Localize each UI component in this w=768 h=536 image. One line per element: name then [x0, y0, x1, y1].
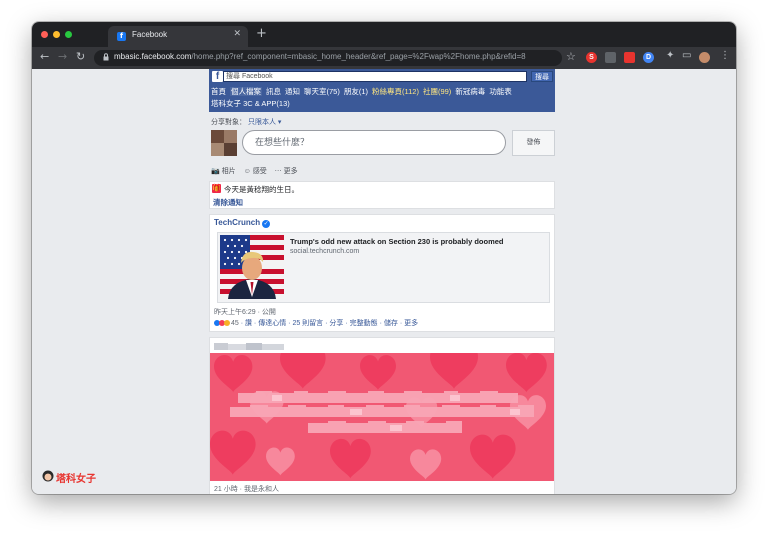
tab-title: Facebook: [132, 30, 168, 39]
feeling-option[interactable]: ☺ 感受: [244, 168, 267, 175]
post-image-hearts: [210, 353, 554, 481]
new-tab-button[interactable]: +: [256, 26, 267, 41]
fb-menu-item[interactable]: 功能表: [489, 87, 512, 96]
react-action[interactable]: 傳達心情: [258, 320, 286, 327]
page-viewport: f 搜尋 Facebook 搜尋 首頁 個人檔案 訊息 通知 聊天室(75) 朋友(1) 粉…: [32, 69, 736, 494]
search-input[interactable]: 搜尋 Facebook: [223, 71, 527, 82]
more-option[interactable]: ⋯ 更多: [275, 168, 298, 175]
url-text: mbasic.facebook.com/home.php?ref_compone…: [114, 52, 526, 61]
haha-reaction-icon: [224, 320, 230, 326]
post-timestamp[interactable]: 昨天上午6:29 · 公開: [214, 307, 276, 317]
fb-menu-item[interactable]: 社團(99): [423, 87, 451, 96]
blurred-author-name: [214, 343, 284, 350]
fb-menu-item[interactable]: 訊息: [266, 87, 281, 96]
cast-icon[interactable]: ▭: [682, 50, 691, 61]
link-preview[interactable]: Trump's odd new attack on Section 230 is…: [217, 232, 550, 303]
facebook-logo-icon[interactable]: f: [212, 71, 223, 82]
audience-selector[interactable]: 只限本人 ▾: [248, 119, 281, 126]
photo-option[interactable]: 📷 相片: [211, 168, 236, 175]
birthday-text: 今天是黃稔翔的生日。: [224, 185, 299, 194]
extension-icon[interactable]: S: [586, 52, 597, 63]
feed-post-2: 21 小時 · 我是永和人: [209, 337, 555, 494]
extension-icon[interactable]: [605, 52, 616, 63]
post-author-name: TechCrunch: [214, 218, 261, 227]
bookmark-star-icon[interactable]: ☆: [566, 50, 576, 63]
save-action[interactable]: 儲存: [384, 320, 398, 327]
tab-bar: f Facebook ✕ +: [32, 22, 736, 47]
share-label: 分享對象：: [211, 119, 246, 126]
extension-icon[interactable]: D: [643, 52, 654, 63]
minimize-window-button[interactable]: [53, 31, 60, 38]
comments-action[interactable]: 25 則留言: [292, 320, 323, 327]
attach-options: 📷 相片 ☺ 感受 ⋯ 更多: [211, 166, 304, 176]
like-action[interactable]: 讚: [245, 320, 252, 327]
watermark: 塔科女子: [42, 470, 96, 485]
reaction-count[interactable]: 45: [231, 320, 239, 327]
fb-menu-item[interactable]: 塔科女子 3C & APP(13): [211, 99, 290, 108]
avatar[interactable]: [211, 130, 237, 156]
watermark-text: 塔科女子: [56, 474, 96, 485]
link-thumbnail-image: [220, 235, 284, 299]
gift-icon: 🎁: [212, 184, 221, 193]
reload-icon[interactable]: ↻: [76, 50, 85, 63]
search-button[interactable]: 搜尋: [531, 71, 553, 82]
status-input[interactable]: 在想些什麼？: [242, 130, 506, 155]
address-bar[interactable]: mbasic.facebook.com/home.php?ref_compone…: [94, 50, 562, 66]
fb-menu-item[interactable]: 新冠病毒: [455, 87, 485, 96]
chrome-menu-icon[interactable]: ⋮: [720, 50, 730, 61]
url-path: /home.php?ref_component=mbasic_home_head…: [191, 52, 526, 61]
post-actions: 45 · 讚 · 傳達心情 · 25 則留言 · 分享 · 完整動態 · 儲存 …: [214, 318, 418, 328]
back-icon[interactable]: ←: [40, 50, 49, 63]
fb-header: f 搜尋 Facebook 搜尋 首頁 個人檔案 訊息 通知 聊天室(75) 朋友(1) 粉…: [209, 69, 555, 112]
status-composer: 在想些什麼？ 發佈: [209, 129, 555, 159]
browser-window: f Facebook ✕ + ← → ↻ mbasic.facebook.com…: [32, 22, 736, 494]
link-domain: social.techcrunch.com: [290, 248, 360, 255]
fb-menu-item[interactable]: 首頁: [211, 87, 226, 96]
extension-icon[interactable]: [624, 52, 635, 63]
link-title: Trump's odd new attack on Section 230 is…: [290, 237, 504, 246]
birthday-notice: 🎁 今天是黃稔翔的生日。 清除通知: [209, 181, 555, 209]
forward-icon[interactable]: →: [58, 50, 67, 63]
watermark-girl-icon: [42, 470, 54, 482]
more-action[interactable]: 更多: [404, 320, 418, 327]
extensions-puzzle-icon[interactable]: ✦: [666, 50, 674, 61]
full-story-action[interactable]: 完整動態: [350, 320, 378, 327]
share-audience-row: 分享對象： 只限本人 ▾: [211, 117, 281, 127]
verified-badge-icon: ✓: [262, 220, 271, 228]
profile-avatar-icon[interactable]: [699, 52, 710, 63]
share-action[interactable]: 分享: [329, 320, 343, 327]
feed-post: TechCrunch ✓ Trump's odd new attack on S…: [209, 214, 555, 332]
facebook-mbasic-page: f 搜尋 Facebook 搜尋 首頁 個人檔案 訊息 通知 聊天室(75) 朋友(1) 粉…: [209, 69, 555, 494]
fb-menu-item[interactable]: 個人檔案: [230, 87, 262, 96]
maximize-window-button[interactable]: [65, 31, 72, 38]
tab-close-icon[interactable]: ✕: [233, 29, 241, 39]
fb-menu-item[interactable]: 聊天室(75): [304, 87, 340, 96]
close-window-button[interactable]: [41, 31, 48, 38]
fb-menu-item[interactable]: 通知: [285, 87, 300, 96]
post-author[interactable]: TechCrunch ✓: [214, 218, 271, 228]
post-button[interactable]: 發佈: [512, 130, 555, 156]
browser-toolbar: ← → ↻ mbasic.facebook.com/home.php?ref_c…: [32, 47, 736, 69]
fb-menu-item[interactable]: 粉絲專頁(112): [372, 87, 419, 96]
facebook-favicon-icon: f: [117, 32, 126, 41]
fb-menu-item[interactable]: 朋友(1): [344, 87, 368, 96]
post2-timestamp[interactable]: 21 小時 · 我是永和人: [214, 484, 279, 494]
fb-nav-menu: 首頁 個人檔案 訊息 通知 聊天室(75) 朋友(1) 粉絲專頁(112) 社團(99) 新冠病…: [211, 86, 555, 110]
tab-facebook[interactable]: f Facebook ✕: [108, 26, 248, 47]
lock-icon: [103, 53, 109, 61]
url-host: mbasic.facebook.com: [114, 52, 192, 61]
clear-notification-link[interactable]: 清除通知: [213, 197, 243, 208]
